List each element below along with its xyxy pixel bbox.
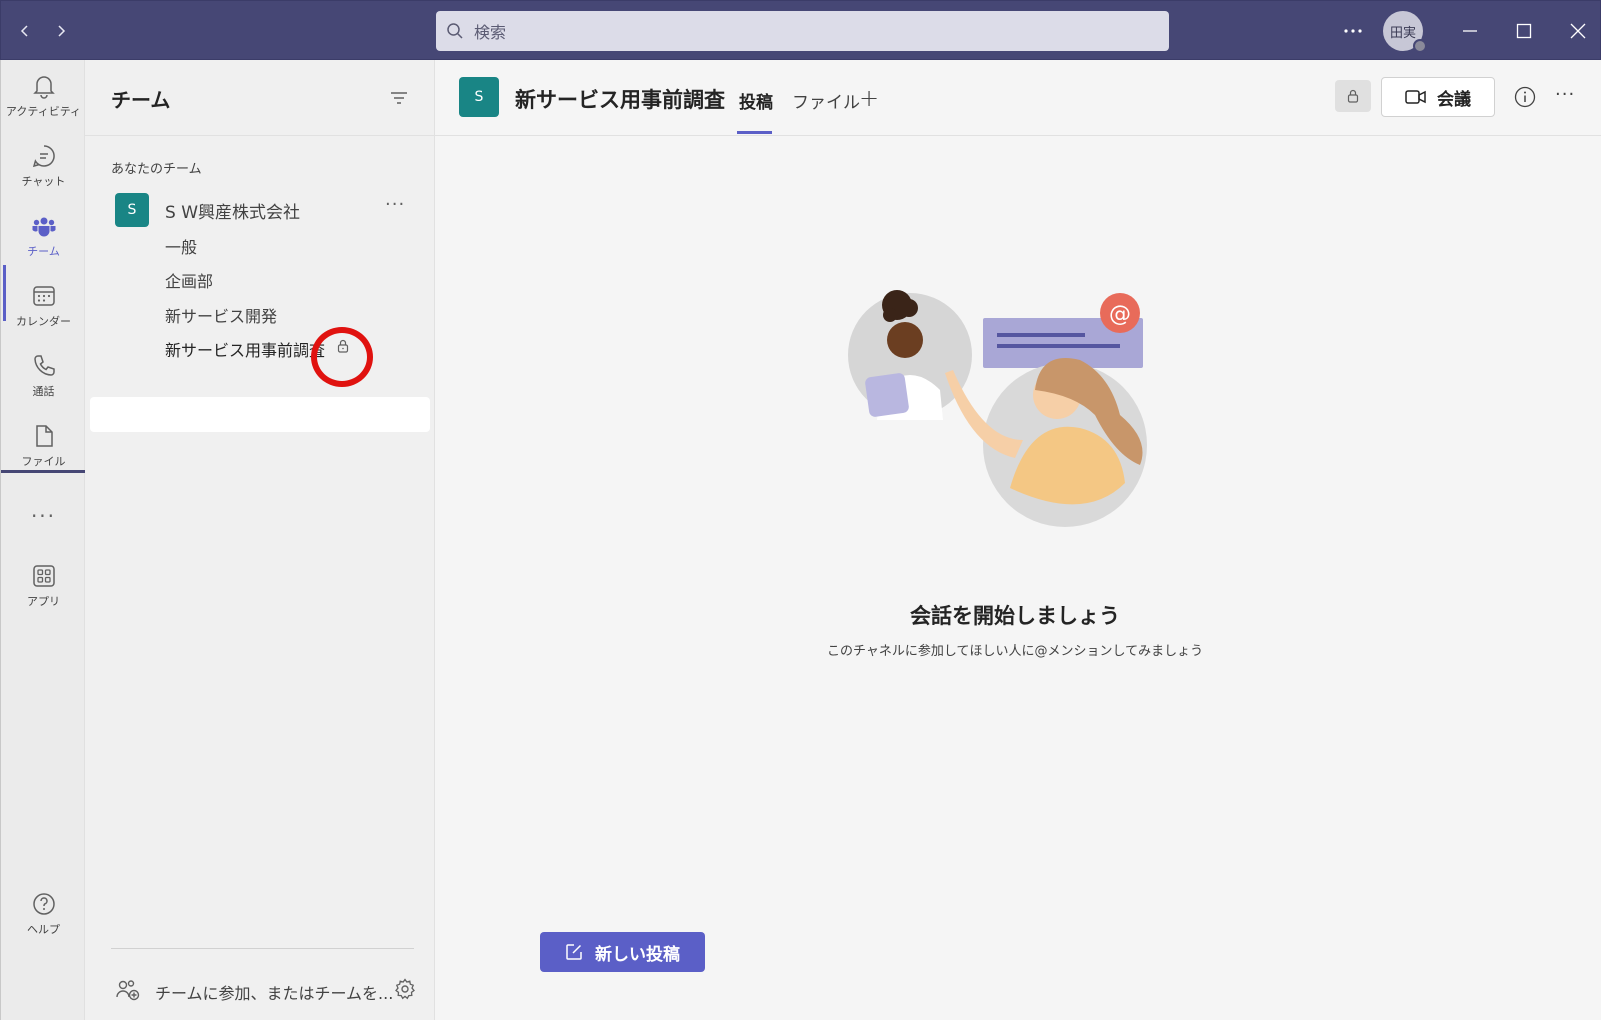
- svg-text:@: @: [1109, 302, 1131, 327]
- team-avatar: S: [115, 193, 149, 227]
- rail-item-calls[interactable]: 通話: [1, 342, 86, 410]
- app-rail: アクティビティ チャット チーム カレンダー 通話 ファイル ··· アプリ ヘ…: [0, 60, 86, 1020]
- rail-label: アクティビティ: [5, 105, 82, 118]
- channel-more-icon[interactable]: ···: [1555, 84, 1575, 105]
- more-apps-icon: ···: [30, 504, 57, 528]
- apps-icon: [32, 565, 55, 587]
- channel-title: 新サービス用事前調査: [515, 88, 725, 112]
- channel-selected-background: [90, 397, 430, 432]
- channel-team-avatar: S: [459, 77, 499, 117]
- filter-icon[interactable]: [387, 86, 411, 110]
- meet-label: 会議: [1437, 89, 1471, 110]
- rail-item-activity[interactable]: アクティビティ: [1, 62, 86, 130]
- bell-icon: [32, 76, 55, 99]
- video-camera-icon: [1405, 90, 1426, 104]
- rail-item-more[interactable]: ···: [1, 482, 86, 550]
- gear-icon[interactable]: [393, 977, 417, 1001]
- chat-icon: [32, 145, 55, 168]
- rail-label: カレンダー: [16, 315, 71, 328]
- tab-files[interactable]: ファイル: [792, 88, 860, 113]
- compose-icon: [566, 944, 582, 960]
- empty-state-illustration: @: [848, 290, 1147, 527]
- highlight-circle: [311, 327, 373, 387]
- join-label: チームに参加、またはチームを...: [155, 984, 394, 1003]
- forward-arrow-icon[interactable]: [49, 19, 73, 43]
- search-icon: [447, 23, 463, 39]
- add-people-icon: [116, 980, 140, 1001]
- search-placeholder: 検索: [474, 23, 507, 42]
- avatar[interactable]: 田実: [1383, 11, 1427, 53]
- empty-state-title: 会話を開始しましょう: [910, 604, 1120, 628]
- help-icon: [32, 893, 55, 915]
- team-name: S W興産株式会社: [165, 203, 301, 223]
- info-icon[interactable]: [1513, 85, 1537, 109]
- teams-icon: [32, 217, 55, 237]
- rail-label: ヘルプ: [27, 923, 60, 936]
- section-label: あなたのチーム: [111, 162, 202, 177]
- teams-panel: チーム あなたのチーム S S W興産株式会社 ··· 一般 企画部 新サービス…: [85, 60, 435, 1020]
- avatar-initials: 田実: [1389, 25, 1416, 41]
- channel-item-active[interactable]: 新サービス用事前調査: [165, 337, 325, 361]
- rail-label: ファイル: [21, 455, 66, 468]
- channel-header: S 新サービス用事前調査 投稿 ファイル + 会議 ···: [435, 60, 1601, 136]
- status-badge: [1413, 39, 1427, 53]
- team-more-icon[interactable]: ···: [385, 194, 405, 215]
- tab-posts[interactable]: 投稿: [739, 88, 773, 113]
- page-title: チーム: [111, 88, 171, 112]
- rail-item-help[interactable]: ヘルプ: [1, 880, 86, 948]
- rail-label: 通話: [32, 385, 55, 398]
- lock-icon: [1347, 89, 1359, 103]
- more-options-icon[interactable]: [1339, 17, 1367, 45]
- empty-state-subtitle: このチャネルに参加してほしい人に@メンションしてみましょう: [827, 644, 1204, 659]
- rail-item-files[interactable]: ファイル: [1, 412, 86, 480]
- lock-button[interactable]: [1335, 80, 1371, 112]
- rail-item-teams[interactable]: チーム: [1, 202, 86, 270]
- file-icon: [35, 425, 53, 447]
- rail-label: チャット: [21, 175, 66, 188]
- maximize-icon[interactable]: [1510, 17, 1538, 45]
- active-tab-indicator: [737, 131, 772, 134]
- title-bar: 検索 田実: [0, 0, 1601, 60]
- rail-item-chat[interactable]: チャット: [1, 132, 86, 200]
- rail-item-calendar[interactable]: カレンダー: [1, 272, 86, 340]
- add-tab-icon[interactable]: +: [859, 84, 879, 112]
- new-post-button[interactable]: 新しい投稿: [540, 932, 705, 972]
- calendar-icon: [32, 286, 55, 306]
- channel-item[interactable]: 一般: [165, 234, 197, 258]
- search-input[interactable]: 検索: [436, 11, 1169, 51]
- back-arrow-icon[interactable]: [13, 19, 37, 43]
- phone-icon: [33, 355, 55, 376]
- meet-button[interactable]: 会議: [1381, 77, 1495, 117]
- join-or-create-team[interactable]: チームに参加、またはチームを...: [115, 975, 415, 1005]
- new-post-label: 新しい投稿: [595, 944, 680, 965]
- channel-item[interactable]: 新サービス開発: [165, 303, 277, 327]
- channel-item[interactable]: 企画部: [165, 268, 213, 292]
- teams-panel-header: チーム: [85, 60, 435, 136]
- minimize-icon[interactable]: [1456, 17, 1484, 45]
- divider: [111, 948, 414, 949]
- close-icon[interactable]: [1564, 17, 1592, 45]
- rail-label: チーム: [27, 245, 60, 258]
- team-item[interactable]: S S W興産株式会社 ···: [85, 188, 435, 228]
